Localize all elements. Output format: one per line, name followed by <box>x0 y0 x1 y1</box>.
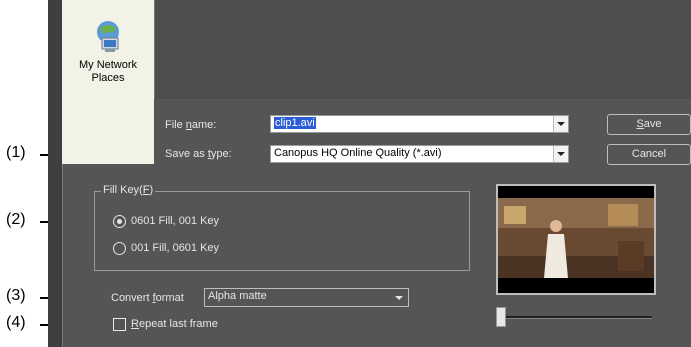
preview-thumbnail <box>496 184 656 295</box>
fill-key-option-2-radio[interactable] <box>113 242 126 255</box>
callout-1: (1) <box>6 144 26 161</box>
fill-key-option-1-label[interactable]: 0601 Fill, 001 Key <box>131 215 219 227</box>
convert-format-value: Alpha matte <box>208 290 267 302</box>
fill-key-option-2-label[interactable]: 001 Fill, 0601 Key <box>131 242 219 254</box>
save-as-type-label: Save as type: <box>165 148 232 160</box>
save-as-type-dropdown-button[interactable] <box>553 146 568 162</box>
save-as-type-value: Canopus HQ Online Quality (*.avi) <box>274 147 442 159</box>
file-name-combobox[interactable]: clip1.avi <box>270 115 569 133</box>
radio-selected-dot <box>117 219 122 224</box>
preview-image <box>498 186 654 293</box>
places-bar: My Network Places <box>62 0 154 164</box>
repeat-last-frame-checkbox[interactable] <box>113 318 126 331</box>
chevron-down-icon <box>395 296 403 300</box>
file-name-input[interactable]: clip1.avi <box>274 117 316 129</box>
file-name-dropdown-button[interactable] <box>553 116 568 132</box>
cancel-button[interactable]: Cancel <box>607 144 691 165</box>
repeat-last-frame-label[interactable]: Repeat last frame <box>131 318 218 330</box>
callout-4: (4) <box>6 314 26 331</box>
fill-key-group: Fill Key(F) <box>94 184 470 271</box>
fill-key-option-1-radio[interactable] <box>113 215 126 228</box>
callout-3: (3) <box>6 287 26 304</box>
frame-slider-handle[interactable] <box>496 307 506 327</box>
chevron-down-icon <box>557 152 565 156</box>
chevron-down-icon <box>557 122 565 126</box>
fill-key-title: Fill Key(F) <box>101 184 156 196</box>
frame-slider-track[interactable] <box>496 316 652 319</box>
dialog-left-edge <box>48 0 63 347</box>
file-name-label: File name: <box>165 119 217 131</box>
network-places-label: My Network Places <box>78 59 138 84</box>
network-places-icon <box>97 21 119 52</box>
save-button[interactable]: Save <box>607 114 691 135</box>
save-as-type-combobox[interactable]: Canopus HQ Online Quality (*.avi) <box>270 145 569 163</box>
network-places-shortcut[interactable]: My Network Places <box>62 0 154 100</box>
file-list-area[interactable] <box>154 0 691 99</box>
callout-2: (2) <box>6 211 26 228</box>
convert-format-select[interactable]: Alpha matte <box>204 288 409 307</box>
convert-format-label: Convert format <box>111 292 184 304</box>
